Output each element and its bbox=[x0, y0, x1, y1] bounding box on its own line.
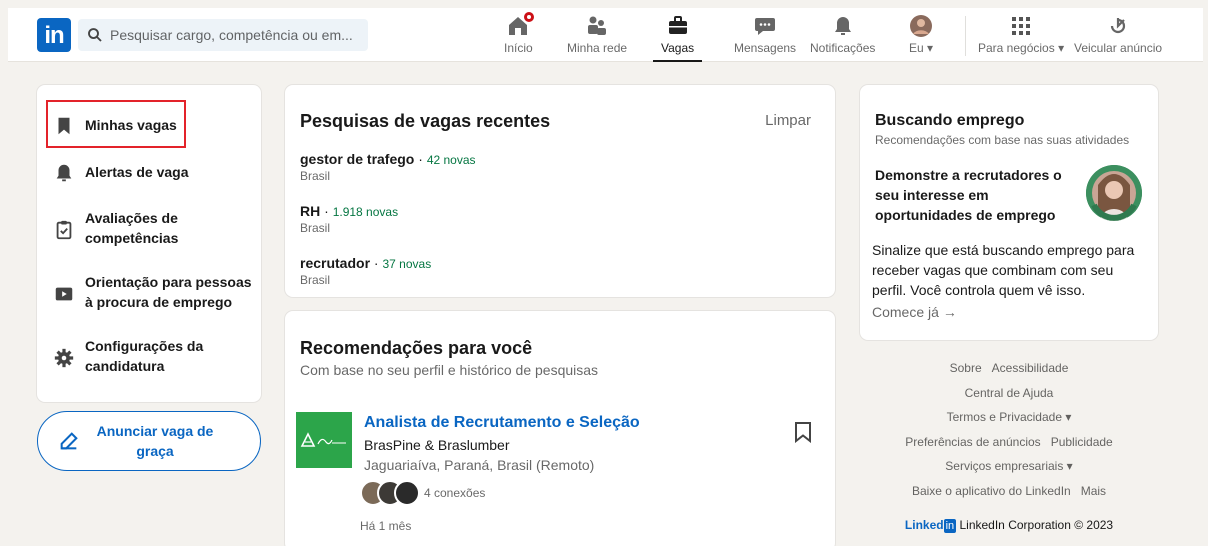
job-seeking-card: Buscando emprego Recomendações com base … bbox=[860, 85, 1158, 340]
megaphone-icon bbox=[1106, 14, 1130, 38]
search-query: gestor de trafego bbox=[300, 151, 415, 167]
profile-photo-opentowork bbox=[1086, 165, 1142, 221]
job-seeking-body: Sinalize que está buscando emprego para … bbox=[872, 242, 1135, 298]
bell-icon bbox=[831, 14, 855, 38]
bookmark-outline-icon[interactable] bbox=[794, 421, 812, 443]
footer-link[interactable]: Publicidade bbox=[1051, 435, 1113, 449]
grid-icon bbox=[1009, 14, 1033, 38]
sidebar-item-job-alerts[interactable]: Alertas de vaga bbox=[37, 162, 261, 184]
footer-link[interactable]: Acessibilidade bbox=[992, 361, 1069, 375]
linkedin-wordmark: Linked bbox=[904, 518, 944, 532]
caret-down-icon: ▾ bbox=[927, 41, 934, 55]
connections-count: 4 conexões bbox=[424, 486, 486, 500]
copyright-text: LinkedIn Corporation © 2023 bbox=[959, 518, 1114, 532]
recommendations-card: Recomendações para você Com base no seu … bbox=[285, 311, 835, 546]
sidebar-item-label: Alertas de vaga bbox=[85, 164, 189, 180]
caret-down-icon: ▾ bbox=[1065, 410, 1072, 424]
video-play-icon bbox=[55, 287, 73, 301]
footer-link[interactable]: Sobre bbox=[950, 361, 982, 375]
people-icon bbox=[585, 14, 609, 38]
job-seeking-title: Buscando emprego bbox=[875, 112, 1025, 129]
arrow-right-icon: → bbox=[942, 304, 957, 320]
sidebar-item-skill-assessments[interactable]: Avaliações de competências bbox=[37, 208, 261, 248]
recommendations-subtitle: Com base no seu perfil e histórico de pe… bbox=[300, 362, 599, 378]
search-query: RH bbox=[300, 203, 321, 219]
gear-icon bbox=[54, 348, 74, 368]
footer-link-label: Termos e Privacidade bbox=[946, 410, 1062, 424]
recent-searches-title: Pesquisas de vagas recentes bbox=[300, 111, 551, 131]
search-location: Brasil bbox=[300, 273, 331, 287]
nav-business[interactable]: Para negócios ▾ bbox=[978, 12, 1064, 60]
recent-search-item[interactable]: RH · 1.918 novas Brasil bbox=[300, 203, 398, 235]
nav-divider bbox=[965, 16, 966, 56]
footer-link[interactable]: Central de Ajuda bbox=[965, 386, 1054, 400]
nav-business-label: Para negócios bbox=[978, 41, 1055, 55]
search-location: Brasil bbox=[300, 221, 331, 235]
sidebar-item-label: Configurações da candidatura bbox=[85, 338, 204, 374]
recent-searches-card: Pesquisas de vagas recentes Limpar gesto… bbox=[285, 85, 835, 297]
job-company: BrasPine & Braslumber bbox=[364, 437, 510, 453]
company-logo[interactable] bbox=[296, 412, 352, 468]
job-seeking-heading: Demonstre a recrutadores o seu interesse… bbox=[875, 167, 1062, 223]
recent-search-item[interactable]: recrutador · 37 novas Brasil bbox=[300, 255, 431, 287]
nav-jobs[interactable]: Vagas bbox=[652, 12, 703, 62]
new-count: 1.918 novas bbox=[332, 205, 399, 219]
nav-jobs-label: Vagas bbox=[661, 41, 695, 55]
sidebar-item-label: Orientação para pessoas à procura de emp… bbox=[85, 274, 252, 310]
new-count: 37 novas bbox=[382, 257, 432, 271]
nav-me-label: Eu bbox=[909, 41, 924, 55]
nav-network-label: Minha rede bbox=[567, 41, 628, 55]
job-posted-time: Há 1 mês bbox=[360, 519, 412, 533]
clear-button[interactable]: Limpar bbox=[765, 112, 811, 129]
job-title-link[interactable]: Analista de Recrutamento e Seleção bbox=[364, 414, 640, 432]
clipboard-check-icon bbox=[56, 220, 72, 240]
nav-notifications-label: Notificações bbox=[810, 41, 876, 55]
nav-messages-label: Mensagens bbox=[734, 41, 797, 55]
nav-messages[interactable]: Mensagens bbox=[734, 12, 796, 60]
recommendations-title: Recomendações para você bbox=[300, 338, 533, 358]
nav-me[interactable]: Eu ▾ bbox=[909, 12, 933, 60]
footer-link[interactable]: Baixe o aplicativo do LinkedIn bbox=[912, 484, 1071, 498]
linkedin-in-logo: in bbox=[943, 519, 957, 533]
get-started-link[interactable]: Comece já → bbox=[872, 304, 957, 320]
job-location: Jaguariaíva, Paraná, Brasil (Remoto) bbox=[364, 457, 595, 473]
avatar bbox=[909, 14, 933, 38]
home-icon bbox=[506, 10, 537, 38]
connection-avatars bbox=[360, 480, 422, 508]
footer-link[interactable]: Mais bbox=[1081, 484, 1106, 498]
briefcase-icon bbox=[666, 14, 690, 38]
footer-copyright: Linked in LinkedIn Corporation © 2023 bbox=[860, 515, 1158, 540]
chat-icon bbox=[753, 14, 777, 38]
post-job-button[interactable]: Anunciar vaga de graça bbox=[37, 411, 261, 471]
nav-advertise[interactable]: Veicular anúncio bbox=[1074, 12, 1162, 60]
footer-link[interactable]: Serviços empresariais ▾ bbox=[945, 459, 1072, 473]
footer: Sobre Acessibilidade Central de Ajuda Ter… bbox=[860, 358, 1158, 540]
job-seeking-subtitle: Recomendações com base nas suas atividad… bbox=[875, 133, 1130, 147]
edit-icon bbox=[60, 432, 78, 450]
bell-icon bbox=[56, 164, 72, 182]
footer-link-label: Serviços empresariais bbox=[945, 459, 1064, 473]
get-started-label: Comece já bbox=[872, 304, 939, 320]
footer-link[interactable]: Termos e Privacidade ▾ bbox=[947, 410, 1072, 424]
sidebar-item-label: Avaliações de competências bbox=[85, 210, 179, 246]
sidebar-item-job-seeker-guidance[interactable]: Orientação para pessoas à procura de emp… bbox=[37, 272, 261, 312]
nav-notifications[interactable]: Notificações bbox=[810, 12, 875, 60]
footer-link[interactable]: Preferências de anúncios bbox=[905, 435, 1040, 449]
nav-home-label: Início bbox=[504, 41, 533, 55]
search-query: recrutador bbox=[300, 255, 371, 271]
caret-down-icon: ▾ bbox=[1058, 41, 1065, 55]
avatar bbox=[394, 480, 420, 506]
post-job-label: Anunciar vaga de graça bbox=[96, 423, 214, 459]
caret-down-icon: ▾ bbox=[1066, 459, 1073, 473]
notification-badge bbox=[522, 10, 537, 24]
global-nav: in Pesquisar cargo, competência ou em...… bbox=[8, 8, 1203, 62]
highlight-box bbox=[46, 100, 186, 148]
sidebar-item-application-settings[interactable]: Configurações da candidatura bbox=[37, 336, 261, 376]
nav-network[interactable]: Minha rede bbox=[567, 12, 627, 60]
recent-search-item[interactable]: gestor de trafego · 42 novas Brasil bbox=[300, 151, 476, 183]
new-count: 42 novas bbox=[426, 153, 476, 167]
nav-home[interactable]: Início bbox=[504, 10, 537, 60]
nav-advertise-label: Veicular anúncio bbox=[1074, 41, 1163, 55]
search-location: Brasil bbox=[300, 169, 331, 183]
